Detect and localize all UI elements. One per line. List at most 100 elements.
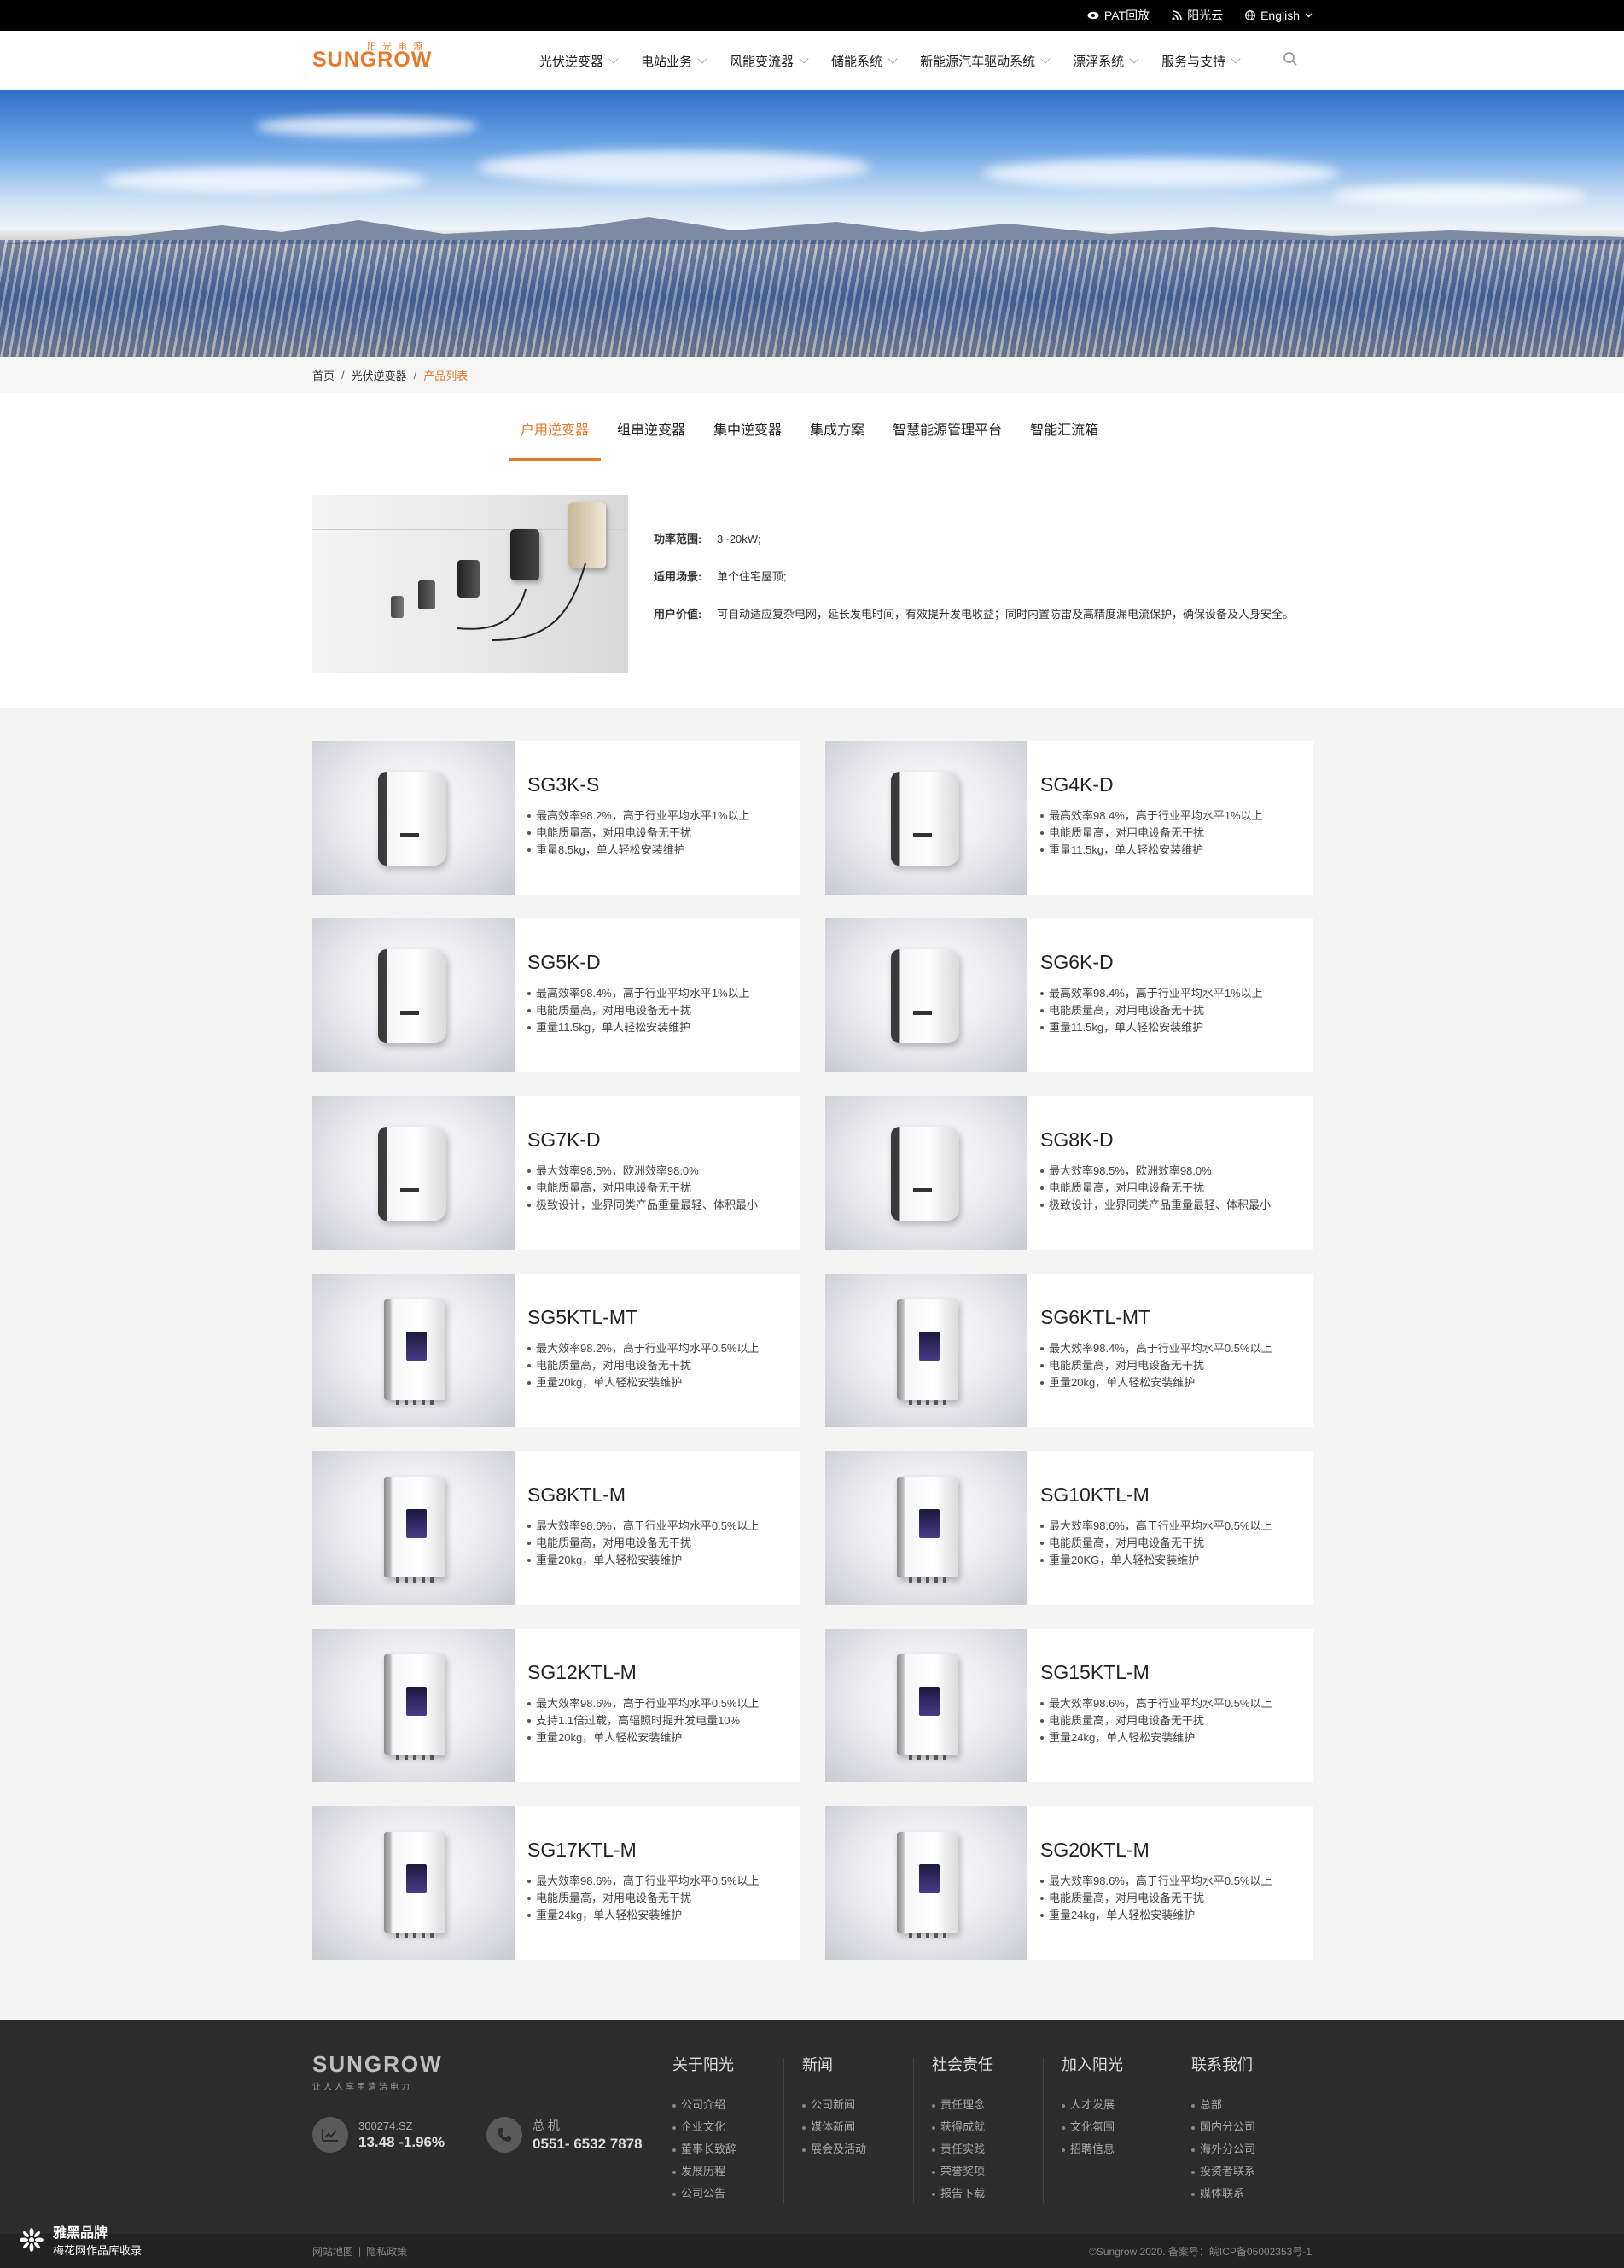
footer-link[interactable]: 媒体联系 [1191,2183,1321,2205]
feature-item: 最大效率98.6%，高于行业平均水平0.5%以上 [527,1695,760,1712]
product-image[interactable] [825,1274,1027,1427]
product-card[interactable]: SG4K-D 最高效率98.4%，高于行业平均水平1%以上 电能质量高，对用电设备无… [825,741,1313,895]
product-features: 最大效率98.6%，高于行业平均水平0.5%以上 电能质量高，对用电设备无干扰 重量… [527,1873,760,1924]
product-card[interactable]: SG17KTL-M 最大效率98.6%，高于行业平均水平0.5%以上 电能质量高，对… [312,1806,800,1960]
sungrow-cloud-link[interactable]: 阳光云 [1172,7,1223,24]
footer-link[interactable]: 投资者联系 [1191,2160,1321,2183]
breadcrumb-pv-inverter[interactable]: 光伏逆变器 [352,367,407,383]
product-image[interactable] [312,1806,515,1960]
feature-item: 最高效率98.4%，高于行业平均水平1%以上 [1040,808,1263,825]
feature-item: 重量24kg，单人轻松安装维护 [527,1907,760,1924]
product-name[interactable]: SG4K-D [1040,773,1114,796]
nav-pv-inverter[interactable]: 光伏逆变器 [539,52,619,70]
product-name[interactable]: SG6K-D [1040,951,1114,974]
nav-ev-drive[interactable]: 新能源汽车驱动系统 [920,52,1051,70]
product-image[interactable] [825,1096,1027,1250]
product-name[interactable]: SG8K-D [1040,1128,1114,1151]
inverter-shape [384,1299,445,1405]
product-card[interactable]: SG3K-S 最高效率98.2%，高于行业平均水平1%以上 电能质量高，对用电设备无… [312,741,800,895]
footer-link[interactable]: 总部 [1191,2094,1321,2116]
breadcrumb-home[interactable]: 首页 [312,367,335,383]
product-name[interactable]: SG8KTL-M [527,1484,626,1507]
product-name[interactable]: SG15KTL-M [1040,1661,1150,1684]
search-icon[interactable] [1283,51,1298,67]
product-image[interactable] [312,1629,515,1782]
product-name[interactable]: SG7K-D [527,1128,601,1151]
product-image[interactable] [312,741,515,895]
sungrow-cloud-label: 阳光云 [1187,9,1224,22]
nav-label: 光伏逆变器 [539,54,604,69]
cable-lines [457,563,586,641]
feature-item: 电能质量高，对用电设备无干扰 [1040,1002,1263,1019]
tab-energy-management[interactable]: 智慧能源管理平台 [881,418,1014,461]
footer-column-title[interactable]: 联系我们 [1191,2053,1321,2075]
product-image[interactable] [312,1451,515,1605]
sitemap-link[interactable]: 网站地图 [312,2244,353,2259]
tab-combiner-box[interactable]: 智能汇流箱 [1018,418,1110,461]
phone-number: 0551- 6532 7878 [533,2136,643,2152]
product-name[interactable]: SG5K-D [527,951,601,974]
product-image[interactable] [825,741,1027,895]
product-image[interactable] [312,918,515,1072]
product-image[interactable] [312,1274,515,1427]
inverter-shape [897,1477,958,1583]
product-card[interactable]: SG7K-D 最大效率98.5%，欧洲效率98.0% 电能质量高，对用电设备无干扰极… [312,1096,800,1250]
tab-residential-inverter[interactable]: 户用逆变器 [509,418,602,461]
product-card[interactable]: SG20KTL-M 最大效率98.6%，高于行业平均水平0.5%以上 电能质量高，对… [825,1806,1313,1960]
language-select[interactable]: English [1245,9,1313,22]
product-image[interactable] [312,1096,515,1250]
product-name[interactable]: SG17KTL-M [527,1839,637,1862]
footer-column: 联系我们总部 国内分公司 海外分公司 投资者联系 媒体联系 [1173,2053,1321,2205]
product-card[interactable]: SG8K-D 最大效率98.5%，欧洲效率98.0% 电能质量高，对用电设备无干扰极… [825,1096,1313,1250]
product-name[interactable]: SG12KTL-M [527,1661,637,1684]
nav-label: 电站业务 [641,54,693,69]
footer-link[interactable]: 海外分公司 [1191,2138,1321,2160]
tab-integrated-solution[interactable]: 集成方案 [798,418,876,461]
sungrow-logo[interactable]: 阳光电源 SUNGROW [312,36,440,72]
product-image[interactable] [825,1806,1027,1960]
nav-energy-storage[interactable]: 储能系统 [831,52,898,70]
nav-service-support[interactable]: 服务与支持 [1161,52,1241,70]
nav-floating-system[interactable]: 漂浮系统 [1073,52,1139,70]
product-card[interactable]: SG6K-D 最高效率98.4%，高于行业平均水平1%以上 电能质量高，对用电设备无… [825,918,1313,1072]
inverter-shape [897,1832,958,1938]
product-name[interactable]: SG10KTL-M [1040,1484,1150,1507]
footer: SUNGROW 让人人享用清洁电力 300274.SZ 13.48 -1.96%… [0,2020,1624,2234]
feature-item: 最高效率98.2%，高于行业平均水平1%以上 [527,808,750,825]
nav-label: 风能变流器 [730,54,795,69]
product-features: 最大效率98.6%，高于行业平均水平0.5%以上 电能质量高，对用电设备无干扰 重量… [527,1518,760,1569]
cloud-shape [478,150,870,184]
product-name[interactable]: SG5KTL-MT [527,1306,637,1329]
footer-link[interactable]: 国内分公司 [1191,2116,1321,2138]
footer-slogan: 让人人享用清洁电力 [312,2083,412,2092]
pat-replay-link[interactable]: PAT回放 [1087,7,1150,24]
feature-item: 最高效率98.4%，高于行业平均水平1%以上 [527,985,750,1002]
privacy-link[interactable]: 隐私政策 [366,2244,407,2259]
nav-plant-business[interactable]: 电站业务 [641,52,707,70]
product-name[interactable]: SG6KTL-MT [1040,1306,1150,1329]
tab-string-inverter[interactable]: 组串逆变器 [605,418,697,461]
feature-item: 重量24kg，单人轻松安装维护 [1040,1729,1272,1746]
chevron-down-icon [697,54,707,64]
chevron-down-icon [1305,13,1313,18]
product-card[interactable]: SG15KTL-M 最大效率98.6%，高于行业平均水平0.5%以上 电能质量高，对… [825,1629,1313,1782]
product-card[interactable]: SG12KTL-M 最大效率98.6%，高于行业平均水平0.5%以上 支持1.1倍过… [312,1629,800,1782]
product-card[interactable]: SG8KTL-M 最大效率98.6%，高于行业平均水平0.5%以上 电能质量高，对用… [312,1451,800,1605]
info-label: 用户价值: [654,608,702,621]
product-card[interactable]: SG5KTL-MT 最大效率98.2%，高于行业平均水平0.5%以上 电能质量高，对… [312,1274,800,1427]
phone-info: 总 机 0551- 6532 7878 [486,2117,643,2153]
product-name[interactable]: SG3K-S [527,773,599,796]
watermark-subtitle: 梅花网作品库收录 [53,2244,143,2257]
product-image[interactable] [825,1451,1027,1605]
product-card[interactable]: SG6KTL-MT 最大效率98.4%，高于行业平均水平0.5%以上 电能质量高，对… [825,1274,1313,1427]
footer-logo[interactable]: SUNGROW 让人人享用清洁电力 [312,2051,443,2092]
product-card[interactable]: SG5K-D 最高效率98.4%，高于行业平均水平1%以上 电能质量高，对用电设备无… [312,918,800,1072]
product-features: 最大效率98.6%，高于行业平均水平0.5%以上 支持1.1倍过载，高辐照时提升发… [527,1695,760,1746]
inverter-connectors [909,1755,946,1760]
product-image[interactable] [825,918,1027,1072]
product-card[interactable]: SG10KTL-M 最大效率98.6%，高于行业平均水平0.5%以上 电能质量高，对… [825,1451,1313,1605]
product-name[interactable]: SG20KTL-M [1040,1839,1150,1862]
product-image[interactable] [825,1629,1027,1782]
tab-central-inverter[interactable]: 集中逆变器 [701,418,794,461]
nav-wind-converter[interactable]: 风能变流器 [730,52,809,70]
